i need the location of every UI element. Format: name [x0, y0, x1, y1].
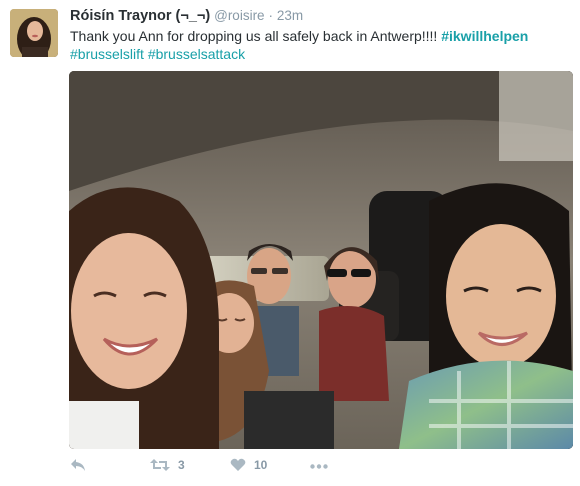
- like-button[interactable]: 10: [230, 458, 267, 472]
- retweet-count: 3: [178, 458, 185, 472]
- tweet[interactable]: Róisín Traynor (¬_¬) @roisire · 23m Than…: [0, 0, 580, 486]
- like-count: 10: [254, 458, 268, 472]
- avatar-image: [10, 9, 58, 57]
- author-handle[interactable]: @roisire: [214, 8, 264, 23]
- timestamp[interactable]: 23m: [277, 8, 303, 23]
- separator: ·: [268, 8, 273, 23]
- hashtag-brusselsattack[interactable]: #brusselsattack: [148, 46, 245, 62]
- avatar[interactable]: [10, 9, 58, 57]
- tweet-photo[interactable]: [69, 71, 573, 449]
- heart-icon: [230, 458, 246, 471]
- hashtag-ikwillhelpen[interactable]: #ikwillhelpen: [441, 28, 528, 44]
- tweet-body: Thank you Ann for dropping us all safely…: [70, 28, 442, 44]
- retweet-button[interactable]: 3: [150, 458, 185, 472]
- tweet-header: Róisín Traynor (¬_¬) @roisire · 23m: [70, 7, 303, 24]
- tweet-actions: 3 10: [70, 458, 470, 480]
- more-icon: [310, 464, 328, 469]
- retweet-icon: [150, 459, 170, 471]
- hashtag-brusselslift[interactable]: #brusselslift: [70, 46, 144, 62]
- reply-button[interactable]: [70, 458, 86, 472]
- more-button[interactable]: [310, 464, 328, 469]
- selfie-photo: [69, 71, 573, 449]
- reply-icon: [71, 459, 85, 471]
- author-name[interactable]: Róisín Traynor (¬_¬): [70, 8, 210, 24]
- tweet-text: Thank you Ann for dropping us all safely…: [70, 27, 570, 63]
